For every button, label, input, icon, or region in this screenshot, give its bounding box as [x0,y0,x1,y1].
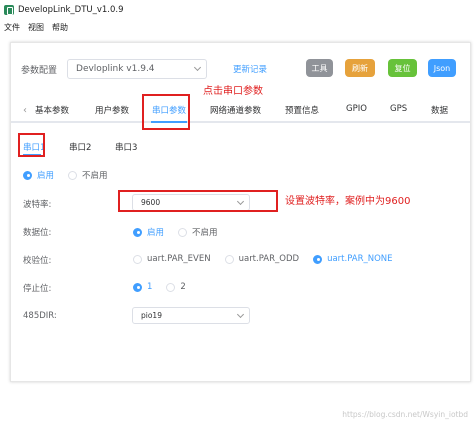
databits-disable-label: 不启用 [192,228,218,238]
parity-odd-label: uart.PAR_ODD [238,254,300,264]
title-bar: DevelopLink_DTU_v1.0.9 [0,0,474,20]
refresh-button[interactable]: 刷新 [345,59,375,77]
chevron-left-icon[interactable]: ‹ [23,105,27,116]
update-log-link[interactable]: 更新记录 [233,63,267,75]
reset-button[interactable]: 复位 [388,59,417,77]
tab-user[interactable]: 用户参数 [95,104,129,116]
disable-label: 不启用 [82,171,108,181]
annotation-baud-note: 设置波特率，案例中为9600 [285,196,411,207]
tab-data[interactable]: 数据 [431,104,448,116]
watermark: https://blog.csdn.net/Wsyin_iotbd [342,410,468,419]
parity-none-radio[interactable] [313,254,323,264]
stopbits-1-radio[interactable] [133,282,142,292]
tool-button[interactable]: 工具 [306,59,333,77]
chevron-down-icon [193,63,202,72]
parity-odd-radio[interactable] [224,254,234,264]
menu-file[interactable]: 文件 [4,22,20,33]
enable-radio[interactable] [23,170,32,180]
tab-gpio[interactable]: GPIO [346,104,367,114]
stopbits-1-label: 1 [147,282,153,292]
param-config-label: 参数配置 [21,65,58,76]
dir485-value: pio19 [141,311,162,320]
main-tabs: ‹ 基本参数 用户参数 串口参数 网络通道参数 预置信息 GPIO GPS 数据 [11,99,470,123]
chevron-down-icon [236,310,245,318]
databits-enable-radio[interactable] [133,227,142,237]
annotation-box-serial1 [18,133,45,157]
parity-even-label: uart.PAR_EVEN [147,254,211,264]
databits-disable-radio[interactable] [178,227,188,237]
databits-enable-label: 启用 [147,228,165,238]
enable-radio-group: 启用 不启用 [23,169,122,181]
dir485-label: 485DIR: [23,311,57,321]
app-icon [4,5,14,15]
parity-radio-group: uart.PAR_EVEN uart.PAR_ODD uart.PAR_NONE [133,254,407,264]
version-value: Devloplink v1.9.4 [76,64,155,74]
window-title: DevelopLink_DTU_v1.0.9 [18,5,124,15]
annotation-box-serial-tab [142,94,190,130]
tab-preset[interactable]: 预置信息 [285,104,319,116]
topbar: 参数配置 Devloplink v1.9.4 [21,59,208,79]
databits-radio-group: 启用 不启用 [133,226,232,238]
menu-help[interactable]: 帮助 [52,22,68,33]
parity-even-radio[interactable] [133,254,142,264]
annotation-click-serial: 点击串口参数 [203,86,263,97]
databits-label: 数据位: [23,228,52,238]
stopbits-label: 停止位: [23,284,52,294]
baud-label: 波特率: [23,200,52,210]
stopbits-radio-group: 1 2 [133,282,200,292]
stopbits-2-label: 2 [180,282,186,292]
parity-none-label: uart.PAR_NONE [327,254,393,264]
menu-bar: 文件 视图 帮助 [0,20,474,34]
tab-network[interactable]: 网络通道参数 [210,104,261,116]
tab-basic[interactable]: 基本参数 [35,104,69,116]
annotation-box-baud [118,190,278,212]
version-select[interactable]: Devloplink v1.9.4 [67,59,208,79]
menu-view[interactable]: 视图 [28,22,44,33]
tab-gps[interactable]: GPS [390,104,407,114]
json-button[interactable]: Json [428,59,456,77]
subtab-serial3[interactable]: 串口3 [115,141,137,153]
subtab-serial2[interactable]: 串口2 [69,141,91,153]
enable-label: 启用 [37,171,55,181]
parity-label: 校验位: [23,256,52,266]
stopbits-2-radio[interactable] [166,282,176,292]
disable-radio[interactable] [68,170,78,180]
dir485-select[interactable]: pio19 [132,307,250,324]
